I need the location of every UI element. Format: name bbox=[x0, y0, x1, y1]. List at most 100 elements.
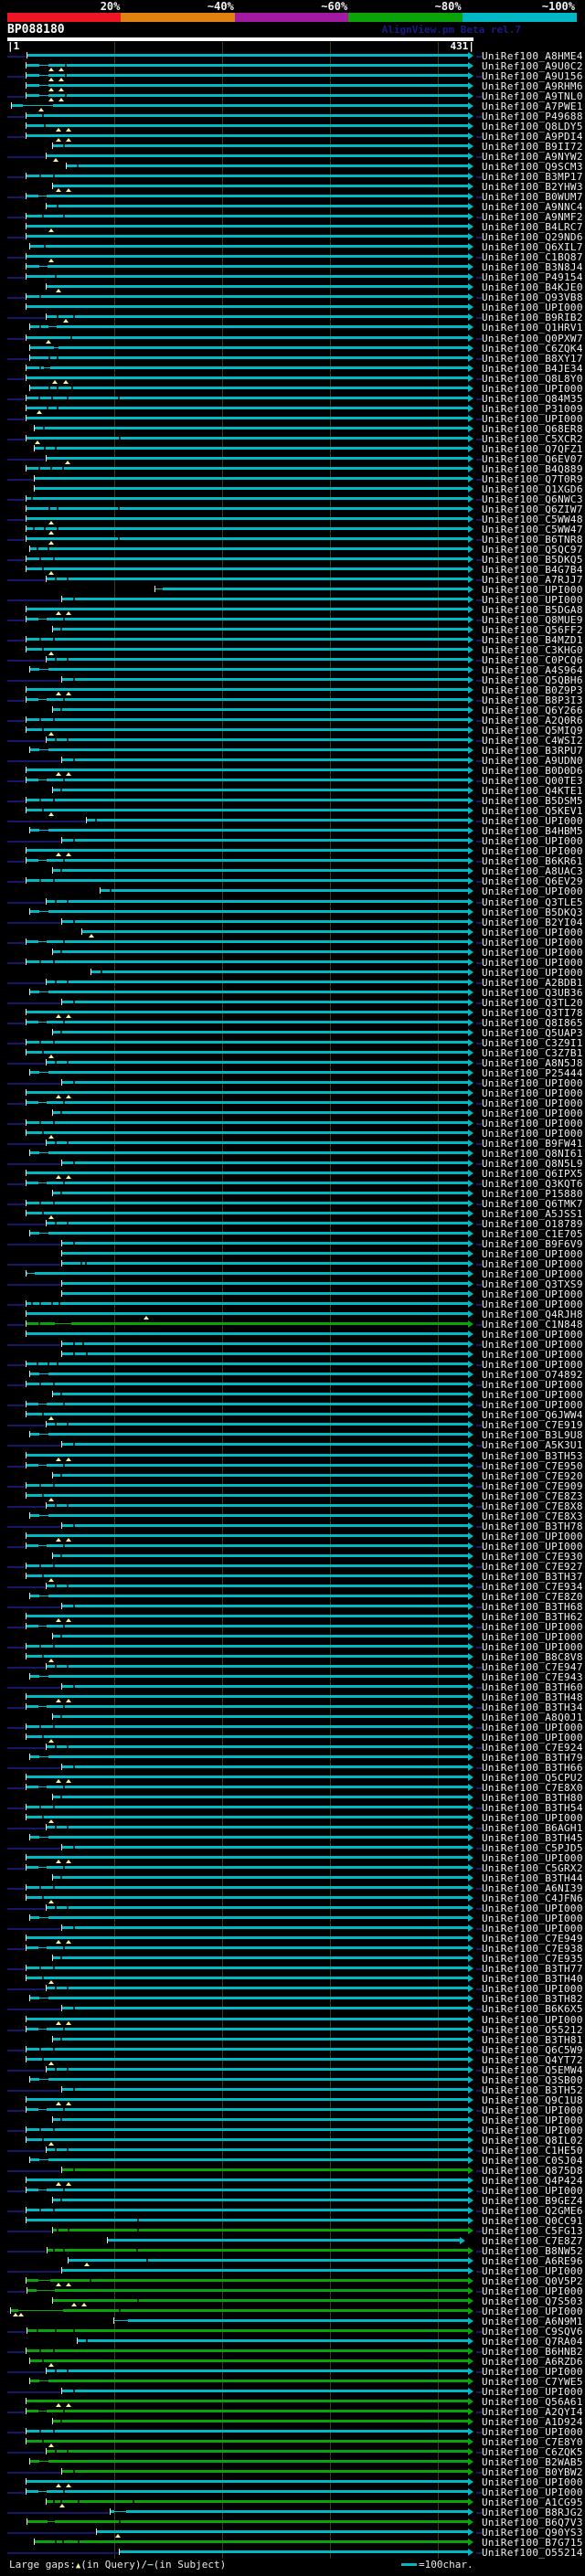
alignment-bar bbox=[27, 1946, 468, 1949]
alignment-bar bbox=[67, 164, 468, 167]
mismatch-dot bbox=[37, 2329, 38, 2332]
mismatch-dot bbox=[44, 527, 46, 530]
arrow-right-icon bbox=[468, 1109, 473, 1117]
alignment-bar bbox=[27, 64, 468, 67]
mismatch-dot bbox=[146, 2259, 148, 2262]
arrow-right-icon bbox=[468, 2096, 473, 2104]
alignment-bar bbox=[30, 1595, 468, 1597]
alignment-bar bbox=[30, 2380, 468, 2382]
arrow-right-icon bbox=[468, 1784, 473, 1791]
subject-left-overhang bbox=[7, 2150, 45, 2152]
arrow-right-icon bbox=[468, 313, 473, 321]
arrow-right-icon bbox=[468, 959, 473, 966]
alignment-bar bbox=[111, 2510, 468, 2513]
alignment-bar bbox=[62, 1001, 468, 1003]
alignment-bar bbox=[27, 255, 468, 258]
arrow-right-icon bbox=[468, 1894, 473, 1902]
arrow-right-icon bbox=[468, 1693, 473, 1701]
arrow-right-icon bbox=[468, 696, 473, 704]
query-gap-triangle-icon bbox=[48, 1135, 54, 1139]
alignment-bar bbox=[30, 325, 468, 328]
mismatch-dot bbox=[63, 2028, 65, 2030]
gap-thin-line bbox=[39, 95, 48, 96]
subject-left-overhang bbox=[7, 1747, 45, 1749]
alignment-bar bbox=[47, 981, 468, 983]
arrow-right-icon bbox=[468, 2378, 473, 2385]
gap-thin-line bbox=[44, 367, 50, 368]
mismatch-dot bbox=[57, 2229, 58, 2231]
alignment-bar bbox=[27, 1534, 468, 1537]
query-gap-triangle-icon bbox=[48, 531, 54, 535]
alignment-bar bbox=[53, 628, 468, 631]
query-gap-triangle-icon bbox=[52, 380, 58, 384]
hit-label[interactable]: UniRef100_Q1HRV1 bbox=[482, 323, 583, 333]
arrow-right-icon bbox=[468, 777, 473, 784]
alignment-bar bbox=[53, 950, 468, 953]
alignment-bar bbox=[47, 2500, 468, 2503]
arrow-right-icon bbox=[468, 1170, 473, 1177]
mismatch-dot bbox=[39, 1202, 41, 1204]
alignment-bar bbox=[27, 1362, 468, 1365]
alignment-bar bbox=[53, 2420, 468, 2422]
alignment-bar bbox=[69, 2259, 468, 2262]
mismatch-dot bbox=[73, 839, 75, 842]
subject-left-overhang bbox=[7, 1123, 25, 1125]
subject-left-overhang bbox=[7, 317, 45, 319]
subject-left-overhang bbox=[7, 2492, 25, 2494]
arrow-right-icon bbox=[468, 999, 473, 1006]
arrow-right-icon bbox=[468, 405, 473, 412]
query-gap-triangle-icon bbox=[66, 2403, 71, 2407]
subject-left-overhang bbox=[7, 1384, 25, 1386]
arrow-right-icon bbox=[468, 233, 473, 240]
alignment-bar bbox=[27, 175, 468, 177]
gap-thin-line bbox=[23, 105, 53, 106]
arrow-right-icon bbox=[468, 908, 473, 916]
hit-label[interactable]: UniRef100_O55214 bbox=[482, 2548, 583, 2558]
gap-thin-line bbox=[39, 65, 48, 66]
hit-label[interactable]: UniRef100_UPI000.. bbox=[482, 886, 585, 896]
arrow-right-icon bbox=[468, 1039, 473, 1046]
alignment-bar bbox=[27, 1121, 468, 1124]
subject-left-overhang bbox=[7, 136, 25, 138]
arrow-right-icon bbox=[468, 2257, 473, 2264]
subject-left-overhang bbox=[7, 1324, 25, 1326]
alignment-bar bbox=[87, 819, 468, 822]
hit-label[interactable]: UniRef100_B6K6X5 bbox=[482, 2004, 583, 2014]
arrow-right-icon bbox=[468, 1502, 473, 1510]
mismatch-dot bbox=[60, 869, 62, 872]
mismatch-dot bbox=[53, 718, 55, 721]
arrow-right-icon bbox=[468, 797, 473, 804]
arrow-right-icon bbox=[468, 666, 473, 673]
gap-thin-line bbox=[155, 588, 163, 589]
alignment-bar bbox=[27, 1494, 468, 1497]
arrow-right-icon bbox=[468, 415, 473, 422]
arrow-right-icon bbox=[468, 2217, 473, 2224]
hit-row[interactable]: UniRef100_O55214 bbox=[0, 2548, 585, 2559]
mismatch-dot bbox=[137, 2219, 139, 2221]
arrow-right-icon bbox=[468, 1673, 473, 1680]
arrow-right-icon bbox=[468, 2408, 473, 2415]
subject-left-overhang bbox=[7, 539, 25, 541]
alignment-bar bbox=[30, 2359, 468, 2362]
subject-left-overhang bbox=[7, 2271, 60, 2273]
arrow-right-icon bbox=[468, 938, 473, 946]
mismatch-dot bbox=[60, 1554, 62, 1557]
gap-thin-line bbox=[39, 2079, 48, 2080]
arrow-right-icon bbox=[468, 817, 473, 824]
arrow-right-icon bbox=[468, 1381, 473, 1388]
alignment-bar bbox=[91, 970, 468, 973]
subject-left-overhang bbox=[7, 56, 26, 58]
query-gap-triangle-icon bbox=[48, 1416, 54, 1420]
alignment-bar bbox=[82, 930, 468, 933]
alignment-bar bbox=[11, 2309, 468, 2312]
arrow-right-icon bbox=[468, 323, 473, 331]
alignment-bar bbox=[27, 407, 468, 409]
gap-thin-line bbox=[39, 1756, 48, 1757]
subject-left-overhang bbox=[7, 1163, 60, 1165]
arrow-right-icon bbox=[468, 1633, 473, 1640]
arrow-right-icon bbox=[468, 566, 473, 573]
mismatch-dot bbox=[39, 1041, 41, 1044]
arrow-right-icon bbox=[468, 1945, 473, 1952]
arrow-right-icon bbox=[468, 1160, 473, 1167]
hit-label[interactable]: UniRef100_A5K3U1 bbox=[482, 1440, 583, 1450]
